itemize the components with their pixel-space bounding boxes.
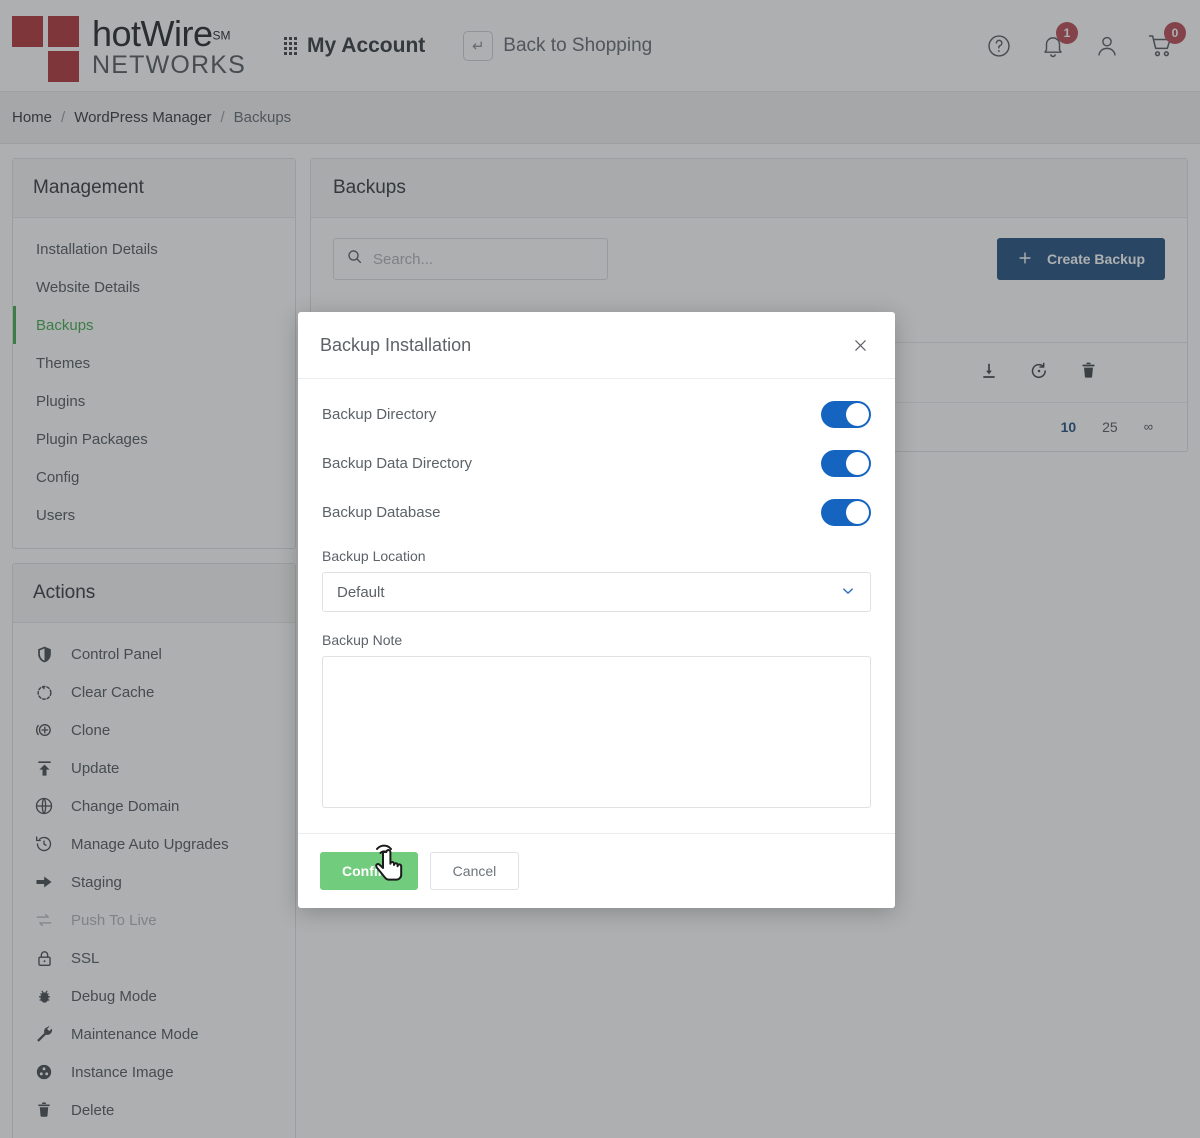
toggle-backup-data-directory[interactable] <box>821 450 871 477</box>
modal-body: Backup Directory Backup Data Directory B… <box>298 379 895 833</box>
toggle-row-backup-directory: Backup Directory <box>322 401 871 428</box>
backup-installation-modal: Backup Installation Backup Directory Bac… <box>298 312 895 908</box>
toggle-label: Backup Data Directory <box>322 455 473 472</box>
confirm-button[interactable]: Confirm <box>320 852 418 890</box>
toggle-row-backup-database: Backup Database <box>322 499 871 526</box>
backup-location-select[interactable]: Default <box>322 572 871 612</box>
backup-note-label: Backup Note <box>322 632 403 648</box>
cancel-button[interactable]: Cancel <box>429 852 520 890</box>
toggle-backup-directory[interactable] <box>821 401 871 428</box>
modal-title: Backup Installation <box>320 334 472 355</box>
chevron-down-icon <box>840 583 856 601</box>
toggle-row-backup-data-directory: Backup Data Directory <box>322 450 871 477</box>
backup-location-label: Backup Location <box>322 548 426 564</box>
close-icon[interactable] <box>847 332 873 358</box>
modal-header: Backup Installation <box>298 312 895 379</box>
modal-footer: Confirm Cancel <box>298 833 895 908</box>
backup-location-value: Default <box>337 583 385 601</box>
toggle-label: Backup Directory <box>322 406 437 423</box>
toggle-label: Backup Database <box>322 504 441 521</box>
app-page: hotWireSM NETWORKS My Account ↵ Back to … <box>0 0 1200 1138</box>
backup-note-textarea[interactable] <box>322 656 871 808</box>
toggle-backup-database[interactable] <box>821 499 871 526</box>
